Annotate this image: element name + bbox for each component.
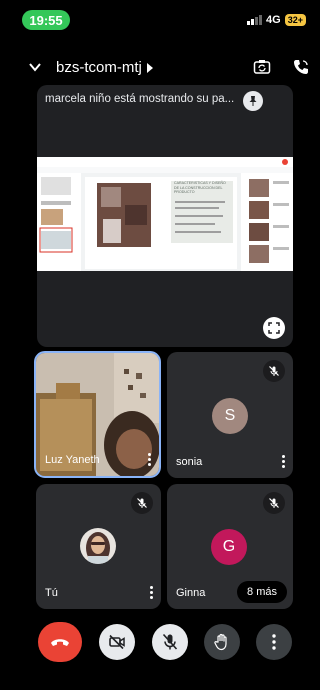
mic-off-icon — [269, 498, 279, 508]
meeting-header: bzs-tcom-mtj — [0, 52, 318, 84]
more-participants-button[interactable]: 8 más — [237, 581, 287, 603]
pin-icon — [249, 96, 257, 106]
participant-tile-self[interactable]: Tú — [36, 484, 161, 609]
end-call-button[interactable] — [38, 622, 82, 662]
fullscreen-icon — [268, 322, 280, 334]
toggle-camera-button[interactable] — [99, 624, 135, 660]
mic-off-badge — [263, 360, 285, 382]
raise-hand-button[interactable] — [204, 624, 240, 660]
participant-name: Ginna — [176, 587, 206, 599]
presentation-tile[interactable]: marcela niño está mostrando su pa... CAR… — [37, 85, 293, 347]
participant-name: Tú — [45, 587, 58, 599]
mic-off-badge — [131, 492, 153, 514]
hand-icon — [214, 633, 227, 651]
chevron-down-icon[interactable] — [28, 60, 42, 74]
participant-tile-sonia[interactable]: S sonia — [167, 352, 293, 478]
signal-icon — [247, 15, 263, 25]
more-participants-label: 8 más — [247, 586, 277, 598]
mic-off-icon — [162, 633, 178, 650]
avatar — [80, 528, 116, 564]
network-label: 4G — [266, 14, 281, 26]
status-time: 19:55 — [22, 10, 70, 30]
phone-audio-icon[interactable] — [292, 58, 310, 76]
pin-button[interactable] — [243, 91, 263, 111]
toggle-mic-button[interactable] — [152, 624, 188, 660]
mic-off-badge — [263, 492, 285, 514]
avatar-initial: G — [222, 538, 236, 555]
avatar: S — [212, 398, 248, 434]
more-options-icon[interactable] — [148, 453, 151, 466]
more-options-icon[interactable] — [150, 586, 153, 599]
kebab-menu-icon — [272, 634, 276, 650]
slide-editor-screenshot — [37, 157, 293, 271]
mic-off-icon — [137, 498, 147, 508]
participant-name: sonia — [176, 456, 203, 468]
caret-right-icon[interactable] — [147, 63, 153, 73]
avatar-initial: S — [224, 407, 236, 424]
participant-name: Luz Yaneth — [45, 454, 100, 466]
status-icons: 4G 32+ — [247, 14, 306, 26]
meeting-code[interactable]: bzs-tcom-mtj — [56, 59, 142, 76]
mic-off-icon — [269, 366, 279, 376]
avatar: G — [211, 529, 247, 565]
presenter-caption: marcela niño está mostrando su pa... — [45, 93, 235, 105]
participant-tile-ginna[interactable]: G Ginna 8 más — [167, 484, 293, 609]
more-options-button[interactable] — [256, 624, 292, 660]
camera-off-icon — [109, 634, 125, 650]
participant-tile-luz-yaneth[interactable]: Luz Yaneth — [34, 351, 161, 478]
shared-screen-image: CARACTERISTICAS Y DISEÑO DE LA CONSTRUCC… — [37, 157, 293, 271]
more-options-icon[interactable] — [282, 455, 285, 468]
slide-title: CARACTERISTICAS Y DISEÑO DE LA CONSTRUCC… — [174, 181, 226, 195]
fullscreen-button[interactable] — [263, 317, 285, 339]
hang-up-icon — [51, 639, 69, 646]
battery-indicator: 32+ — [284, 14, 306, 26]
switch-camera-icon[interactable] — [253, 58, 271, 76]
